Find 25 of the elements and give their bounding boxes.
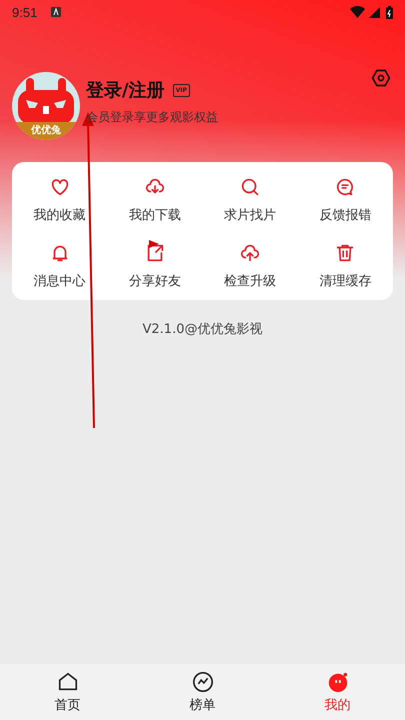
login-link[interactable]: 登录/注册 (86, 78, 165, 102)
trend-icon (192, 670, 214, 692)
wifi-icon (350, 6, 365, 18)
profile-subtitle: 会员登录享更多观影权益 (86, 109, 219, 126)
battery-icon (386, 6, 393, 18)
settings-icon[interactable] (371, 68, 391, 88)
version-text: V2.1.0@优优兔影视 (142, 321, 264, 338)
profile-icon (326, 670, 348, 692)
menu-item[interactable]: 分享好友 (107, 242, 202, 290)
cloud-upload-icon (239, 242, 262, 264)
menu-item[interactable]: 我的收藏 (12, 176, 108, 224)
menu-item[interactable]: 消息中心 (12, 242, 108, 290)
menu-item[interactable]: 检查升级 (202, 242, 298, 290)
menu-item[interactable]: 求片找片 (202, 176, 298, 224)
nav-tab[interactable]: 首页 (0, 664, 135, 720)
triangle-marker (149, 240, 159, 248)
menu-item[interactable]: 清理缓存 (298, 242, 393, 290)
nav-tab[interactable]: 榜单 (135, 664, 270, 720)
status-time: 9:51 (12, 4, 38, 20)
menu-item[interactable]: 反馈报错 (298, 176, 393, 224)
rabbit-drawing (16, 78, 76, 124)
signal-icon (369, 6, 380, 18)
notification-icon (51, 7, 62, 17)
home-icon (56, 670, 78, 692)
menu-item[interactable]: 我的下载 (107, 176, 202, 224)
